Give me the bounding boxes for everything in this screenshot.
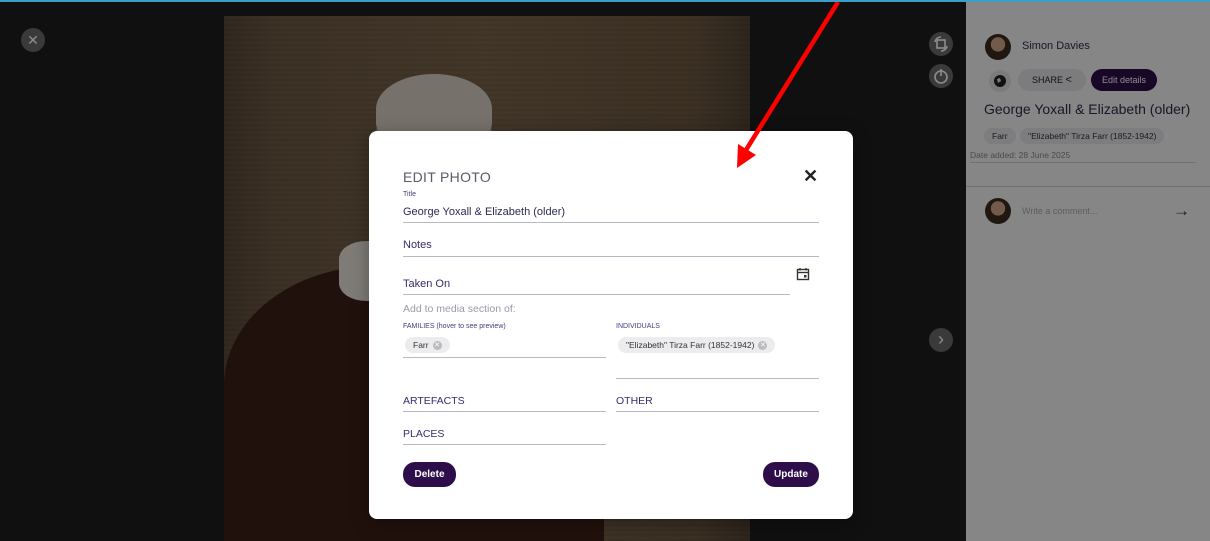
edit-photo-dialog: EDIT PHOTO ✕ Title George Yoxall & Eliza… xyxy=(369,131,853,519)
families-label: FAMILIES (hover to see preview) xyxy=(403,323,506,330)
notes-field[interactable]: Notes xyxy=(403,236,819,257)
media-section-label: Add to media section of: xyxy=(403,303,516,315)
notes-placeholder: Notes xyxy=(403,239,432,251)
update-button[interactable]: Update xyxy=(763,462,819,487)
other-label: OTHER xyxy=(616,395,653,407)
app-frame: ✕ › Simon Davies SHARE < Edit details Ge… xyxy=(0,0,1210,541)
delete-button[interactable]: Delete xyxy=(403,462,456,487)
remove-chip-icon[interactable]: ✕ xyxy=(432,341,442,351)
sidebar-overlay xyxy=(966,2,1210,541)
individual-chip[interactable]: "Elizabeth" Tirza Farr (1852-1942) ✕ xyxy=(618,337,776,354)
update-label: Update xyxy=(774,469,808,480)
taken-on-placeholder: Taken On xyxy=(403,278,451,290)
artefacts-label: ARTEFACTS xyxy=(403,395,465,407)
other-field[interactable]: OTHER xyxy=(616,393,819,412)
close-dialog-button[interactable]: ✕ xyxy=(803,166,818,187)
artefacts-field[interactable]: ARTEFACTS xyxy=(403,393,606,412)
details-sidebar: Simon Davies SHARE < Edit details George… xyxy=(966,2,1210,541)
families-field[interactable]: Farr ✕ xyxy=(403,333,606,358)
delete-label: Delete xyxy=(414,469,445,480)
family-chip[interactable]: Farr ✕ xyxy=(405,337,450,354)
individuals-field[interactable]: "Elizabeth" Tirza Farr (1852-1942) ✕ xyxy=(616,333,819,379)
close-icon: ✕ xyxy=(803,166,819,186)
family-chip-label: Farr xyxy=(413,340,429,350)
places-field[interactable]: PLACES xyxy=(403,426,606,445)
calendar-icon xyxy=(796,268,810,281)
dialog-title: EDIT PHOTO xyxy=(403,169,492,185)
calendar-button[interactable] xyxy=(796,267,810,281)
title-field-value: George Yoxall & Elizabeth (older) xyxy=(403,206,566,218)
places-label: PLACES xyxy=(403,428,445,440)
remove-chip-icon[interactable]: ✕ xyxy=(758,341,768,351)
title-field-label: Title xyxy=(403,191,416,198)
individual-chip-label: "Elizabeth" Tirza Farr (1852-1942) xyxy=(626,340,755,350)
title-field[interactable]: George Yoxall & Elizabeth (older) xyxy=(403,203,819,223)
individuals-label: INDIVIDUALS xyxy=(616,323,660,330)
taken-on-field[interactable]: Taken On xyxy=(403,275,790,295)
